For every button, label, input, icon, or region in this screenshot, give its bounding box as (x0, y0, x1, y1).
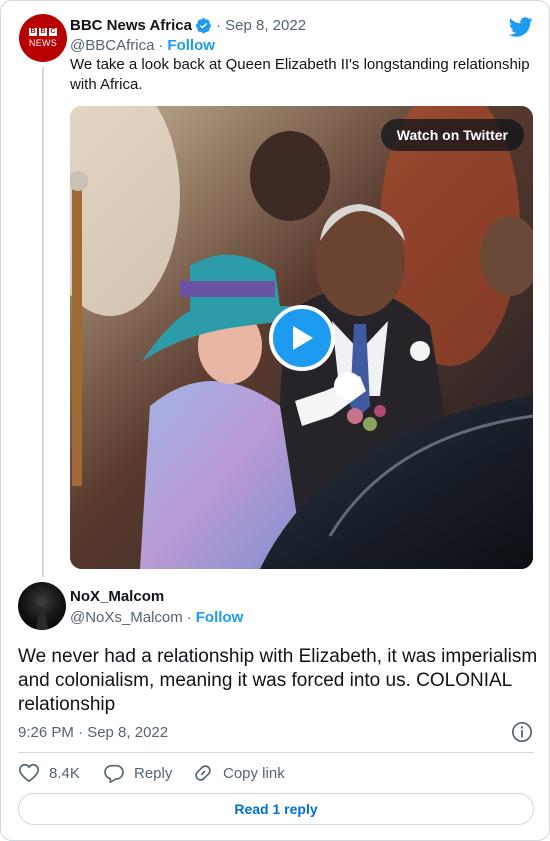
bbc-block: B (29, 28, 37, 36)
parent-date[interactable]: · Sep 8, 2022 (216, 17, 306, 34)
parent-handle-row: @BBCAfrica · Follow (70, 35, 215, 55)
read-replies-button[interactable]: Read 1 reply (18, 793, 534, 825)
parent-author-row: BBC News Africa · Sep 8, 2022 (70, 15, 306, 35)
tweet-embed-card: B B C NEWS BBC News Africa · Sep 8, 2022… (0, 0, 550, 841)
parent-follow-link[interactable]: Follow (167, 37, 215, 54)
like-count: 8.4K (49, 764, 80, 782)
reply-bubble-icon (104, 764, 124, 783)
copy-link-action[interactable]: Copy link (192, 761, 285, 785)
parent-tweet-text: We take a look back at Queen Elizabeth I… (70, 56, 530, 93)
thread-connector-line (42, 67, 44, 577)
bbc-news-avatar[interactable]: B B C NEWS (19, 14, 67, 62)
bbc-logo-blocks: B B C (29, 28, 57, 36)
avatar-silhouette (36, 597, 48, 630)
handle-separator: · (186, 608, 192, 626)
main-display-name[interactable]: NoX_Malcom (70, 587, 164, 607)
main-handle[interactable]: @NoXs_Malcom (70, 609, 183, 626)
play-button[interactable] (269, 305, 335, 371)
reply-label: Reply (134, 764, 173, 782)
copy-link-label: Copy link (223, 764, 285, 782)
handle-separator: · (158, 36, 164, 54)
bbc-block: C (49, 28, 57, 36)
link-icon (195, 765, 211, 781)
bbc-block: B (39, 28, 47, 36)
heart-icon (19, 763, 39, 783)
main-handle-row: @NoXs_Malcom · Follow (70, 607, 243, 627)
parent-handle[interactable]: @BBCAfrica (70, 37, 154, 54)
tweet-timestamp[interactable]: 9:26 PM · Sep 8, 2022 (18, 723, 168, 743)
video-thumbnail[interactable]: Watch on Twitter (70, 106, 533, 569)
reply-action[interactable]: Reply (103, 761, 172, 785)
nox-malcom-avatar[interactable] (18, 582, 66, 630)
bbc-news-wordmark: NEWS (28, 38, 58, 48)
main-tweet-text: We never had a relationship with Elizabe… (18, 646, 538, 715)
verified-badge-icon (196, 17, 211, 33)
info-icon[interactable] (511, 721, 533, 743)
like-action[interactable]: 8.4K (18, 761, 80, 785)
parent-display-name[interactable]: BBC News Africa (70, 17, 192, 34)
play-icon (293, 326, 313, 350)
main-follow-link[interactable]: Follow (196, 609, 244, 626)
divider (18, 752, 534, 753)
twitter-bird-icon[interactable] (509, 15, 533, 39)
watch-on-twitter-button[interactable]: Watch on Twitter (380, 119, 524, 151)
